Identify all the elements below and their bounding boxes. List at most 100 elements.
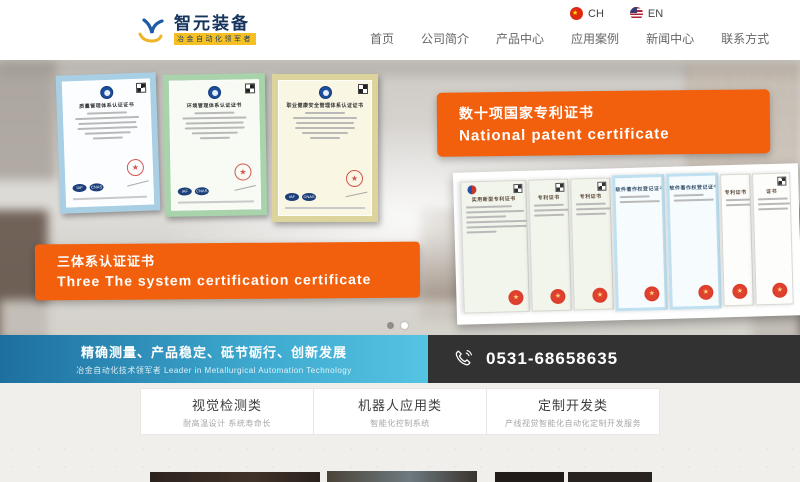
signature <box>233 180 256 191</box>
patent-banner: 数十项国家专利证书 National patent certificate <box>437 89 771 156</box>
cert-emblem-icon <box>207 86 220 99</box>
cert-banner-cn: 三体系认证证书 <box>57 249 420 271</box>
cert-title: 质量管理体系认证证书 <box>79 101 134 110</box>
category-box: 视觉检测类 耐高温设计 系统寿命长 机器人应用类 智能化控制系统 定制开发类 产… <box>140 388 660 435</box>
patent-title: 专利证书 <box>530 194 568 202</box>
logo-name: 智元装备 <box>174 14 256 33</box>
iso-cert-environment: 环境管理体系认证证书 ★ IAF CNAS <box>163 73 267 217</box>
certification-banner: 三体系认证证书 Three The system certification c… <box>35 242 420 301</box>
cnas-logo: CNAS <box>195 187 209 195</box>
iso-cert-quality: 质量管理体系认证证书 ★ IAF CNAS <box>56 72 161 213</box>
logo-bird-icon <box>134 13 168 45</box>
nav-company[interactable]: 公司简介 <box>421 30 469 47</box>
category-section: 视觉检测类 耐高温设计 系统寿命长 机器人应用类 智能化控制系统 定制开发类 产… <box>0 383 800 440</box>
slogan-bar: 精确测量、产品稳定、砥节砺行、创新发展 冶金自动化技术领军者 Leader in… <box>0 335 428 383</box>
red-seal-icon: ★ <box>644 286 659 301</box>
red-seal-icon: ★ <box>234 163 251 180</box>
nav-contact[interactable]: 联系方式 <box>721 30 769 47</box>
red-seal-icon: ★ <box>732 284 747 299</box>
lang-en[interactable]: EN <box>630 7 663 20</box>
factory-image[interactable] <box>568 472 652 482</box>
category-robot[interactable]: 机器人应用类 智能化控制系统 <box>313 389 486 434</box>
patent-certificate: 实用新型专利证书 ★ <box>460 180 530 314</box>
red-seal-icon: ★ <box>698 285 713 300</box>
cert-footer-line <box>73 196 147 201</box>
nav-home[interactable]: 首页 <box>370 30 394 47</box>
logo[interactable]: 智元装备 冶金自动化领军者 <box>134 13 256 45</box>
copyright-certificate: 软件著作权登记证书 ★ <box>612 174 668 311</box>
accreditation-logos: IAF CNAS <box>178 187 209 196</box>
category-title: 视觉检测类 <box>192 395 262 414</box>
red-seal-icon: ★ <box>592 288 607 303</box>
info-bar: 精确测量、产品稳定、砥节砺行、创新发展 冶金自动化技术领军者 Leader in… <box>0 335 800 383</box>
patent-certificates-panel: 实用新型专利证书 ★ 专利证书 ★ 专利证书 ★ 软件著作权登记证书 ★ <box>453 163 800 325</box>
cert-banner-en: Three The system certification certifica… <box>57 271 420 290</box>
phone-icon <box>452 348 474 370</box>
lang-en-label: EN <box>648 8 663 20</box>
factory-image[interactable] <box>150 472 320 482</box>
red-seal-icon: ★ <box>346 170 363 187</box>
logo-tagline: 冶金自动化领军者 <box>174 33 256 45</box>
carousel-dot-1[interactable] <box>387 322 394 329</box>
phone-bar: 0531-68658635 <box>428 335 800 383</box>
main-nav: 首页 公司简介 产品中心 应用案例 新闻中心 联系方式 <box>370 30 769 47</box>
hero-banner: 质量管理体系认证证书 ★ IAF CNAS 环境管理体系认证证书 <box>0 60 800 335</box>
patent-certificate: 专利证书 ★ <box>528 179 572 312</box>
red-seal-icon: ★ <box>508 290 523 305</box>
china-flag-icon: ★ <box>570 7 583 20</box>
cnipa-logo-icon <box>467 185 476 194</box>
nav-products[interactable]: 产品中心 <box>496 30 544 47</box>
nav-cases[interactable]: 应用案例 <box>571 30 619 47</box>
iaf-logo: IAF <box>178 187 192 195</box>
qr-code-icon <box>598 183 605 190</box>
language-switcher: ★ CH EN <box>570 7 663 20</box>
iaf-logo: IAF <box>285 193 299 201</box>
category-subtitle: 智能化控制系统 <box>370 418 430 429</box>
red-seal-icon: ★ <box>127 159 145 177</box>
qr-code-icon <box>137 84 145 92</box>
slogan-subtitle: 冶金自动化技术领军者 Leader in Metallurgical Autom… <box>76 365 352 376</box>
carousel-dots <box>387 322 408 329</box>
photo-shelf <box>0 60 56 180</box>
cnas-logo: CNAS <box>302 193 316 201</box>
qr-code-icon <box>359 85 367 93</box>
cnas-logo: CNAS <box>89 183 103 191</box>
qr-code-icon <box>514 185 521 192</box>
nav-news[interactable]: 新闻中心 <box>646 30 694 47</box>
qr-code-icon <box>246 84 254 92</box>
accreditation-logos: IAF CNAS <box>72 183 103 192</box>
qr-code-icon <box>556 184 563 191</box>
logo-text: 智元装备 冶金自动化领军者 <box>174 14 256 45</box>
patent-title: 实用新型专利证书 <box>462 195 526 204</box>
factory-image[interactable] <box>495 472 564 482</box>
category-title: 机器人应用类 <box>358 395 442 414</box>
category-custom[interactable]: 定制开发类 产线视觉智能化自动化定制开发服务 <box>486 389 659 434</box>
header: 智元装备 冶金自动化领军者 ★ CH EN 首页 公司简介 产品中心 应用案例 … <box>0 0 800 60</box>
flag-star: ★ <box>572 7 578 20</box>
phone-number[interactable]: 0531-68658635 <box>486 349 618 369</box>
copyright-title: 软件著作权登记证书 <box>669 184 715 192</box>
signature <box>345 187 368 197</box>
patent-certificate: 专利证书 ★ <box>720 174 754 307</box>
qr-code-icon <box>778 178 785 185</box>
iaf-logo: IAF <box>72 184 86 192</box>
cert-emblem-icon <box>100 86 113 99</box>
patent-banner-en: National patent certificate <box>459 124 770 144</box>
patent-certificate: 专利证书 ★ <box>570 177 614 310</box>
cert-title: 环境管理体系认证证书 <box>187 102 242 110</box>
page: 智元装备 冶金自动化领军者 ★ CH EN 首页 公司简介 产品中心 应用案例 … <box>0 0 800 482</box>
factory-image[interactable] <box>327 471 477 482</box>
bottom-section <box>0 440 800 482</box>
patent-banner-cn: 数十项国家专利证书 <box>459 100 770 123</box>
accreditation-logos: IAF CNAS <box>285 193 316 201</box>
copyright-title: 软件著作权登记证书 <box>615 185 661 193</box>
category-vision[interactable]: 视觉检测类 耐高温设计 系统寿命长 <box>141 389 313 434</box>
slogan-text: 精确测量、产品稳定、砥节砺行、创新发展 <box>81 342 347 361</box>
cert-title: 职业健康安全管理体系认证证书 <box>286 102 363 109</box>
red-seal-icon: ★ <box>772 283 787 298</box>
patent-certificate: 证书 ★ <box>752 172 794 305</box>
red-seal-icon: ★ <box>550 289 565 304</box>
carousel-dot-2[interactable] <box>401 322 408 329</box>
us-flag-icon <box>630 7 643 20</box>
lang-ch[interactable]: ★ CH <box>570 7 604 20</box>
